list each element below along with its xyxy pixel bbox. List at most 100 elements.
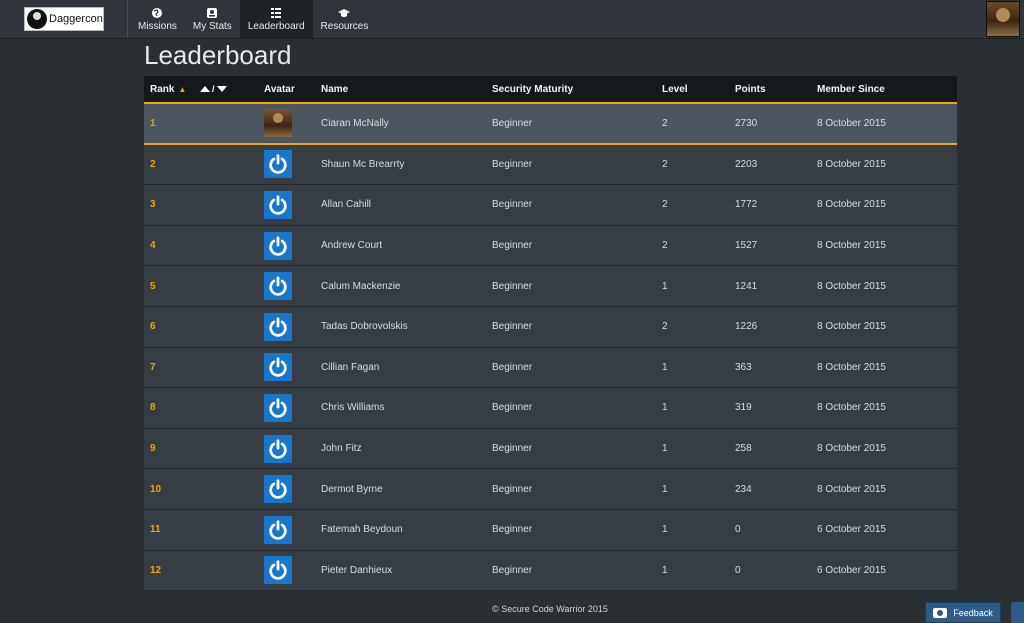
name-cell: Andrew Court	[321, 240, 383, 252]
avatar-cell	[260, 150, 315, 179]
nav-label-missions: Missions	[138, 20, 177, 32]
nav-label-resources: Resources	[320, 20, 369, 32]
user-profile-avatar[interactable]	[986, 1, 1020, 37]
points-cell: 1772	[735, 199, 758, 211]
rank-cell: 2	[150, 158, 156, 170]
points-cell: 0	[735, 524, 741, 536]
avatar-cell	[260, 393, 315, 422]
nav-item-missions[interactable]: Missions	[130, 0, 185, 38]
camera-icon	[933, 607, 948, 618]
footer-copyright: © Secure Code Warrior 2015	[492, 604, 608, 614]
table-row[interactable]: 3 Allan Cahill Beginner 2 1772 8 October…	[144, 185, 957, 226]
header-avatar: Avatar	[264, 83, 295, 95]
points-cell: 258	[735, 443, 752, 455]
header-rank[interactable]: Rank ▲	[144, 84, 192, 95]
rank-cell: 6	[150, 321, 156, 333]
header-rank-label: Rank	[150, 83, 175, 95]
name-cell: Fatemah Beydoun	[321, 524, 403, 536]
maturity-cell: Beginner	[492, 443, 533, 455]
avatar-cell	[260, 556, 315, 585]
nav-divider	[127, 0, 128, 38]
level-cell: 2	[662, 321, 668, 333]
maturity-cell: Beginner	[492, 402, 533, 414]
name-cell: Tadas Dobrovolskis	[321, 321, 408, 333]
points-cell: 1226	[735, 321, 758, 333]
power-icon	[264, 515, 292, 544]
power-icon	[264, 190, 292, 219]
table-row[interactable]: 7 Cillian Fagan Beginner 1 363 8 October…	[144, 347, 957, 389]
maturity-cell: Beginner	[492, 321, 533, 333]
level-cell: 1	[662, 564, 668, 576]
nav-item-leaderboard[interactable]: Leaderboard	[239, 0, 313, 38]
nav-item-my-stats[interactable]: My Stats	[185, 0, 240, 38]
table-row[interactable]: 4 Andrew Court Beginner 2 1527 8 October…	[144, 225, 957, 267]
header-security-maturity: Security Maturity	[492, 83, 574, 95]
globe-icon	[151, 7, 163, 19]
table-row[interactable]: 5 Calum Mackenzie Beginner 1 1241 8 Octo…	[144, 266, 957, 307]
points-cell: 363	[735, 361, 752, 373]
avatar-cell	[260, 353, 315, 382]
power-icon	[264, 312, 292, 341]
stats-icon	[206, 7, 218, 19]
member-since-cell: 8 October 2015	[817, 402, 886, 414]
avatar-cell	[260, 272, 315, 301]
brand-name: Daggercon	[49, 13, 103, 25]
power-icon	[264, 150, 292, 179]
nav-item-resources[interactable]: Resources	[313, 0, 377, 38]
member-since-cell: 8 October 2015	[817, 158, 886, 170]
avatar-cell	[260, 434, 315, 463]
nav-label-leaderboard: Leaderboard	[247, 20, 305, 32]
maturity-cell: Beginner	[492, 280, 533, 292]
power-icon	[264, 272, 292, 301]
brand-logo[interactable]: Daggercon	[24, 7, 104, 31]
sort-ascending-icon[interactable]	[200, 86, 210, 92]
maturity-cell: Beginner	[492, 524, 533, 536]
sort-descending-icon[interactable]	[216, 86, 227, 92]
name-cell: Pieter Danhieux	[321, 564, 393, 576]
rank-cell: 3	[150, 199, 156, 211]
rank-cell: 1	[150, 117, 156, 129]
points-cell: 0	[735, 564, 741, 576]
member-since-cell: 8 October 2015	[817, 199, 886, 211]
top-navbar: Daggercon Missions My Stats Leaderboard	[0, 0, 1024, 39]
side-tab-button[interactable]	[1011, 602, 1024, 623]
table-row[interactable]: 12 Pieter Danhieux Beginner 1 0 6 Octobe…	[144, 550, 957, 592]
sort-indicator-icon: ▲	[178, 84, 187, 94]
table-row[interactable]: 2 Shaun Mc Brearrty Beginner 2 2203 8 Oc…	[144, 144, 957, 186]
rank-cell: 12	[150, 564, 162, 576]
rank-cell: 5	[150, 280, 156, 292]
name-cell: Calum Mackenzie	[321, 280, 401, 292]
table-row[interactable]: 10 Dermot Byrne Beginner 1 234 8 October…	[144, 469, 957, 510]
points-cell: 2203	[735, 158, 758, 170]
level-cell: 2	[662, 199, 668, 211]
sort-separator: /	[212, 84, 215, 94]
table-row[interactable]: 6 Tadas Dobrovolskis Beginner 2 1226 8 O…	[144, 306, 957, 348]
power-icon	[264, 556, 292, 585]
table-row[interactable]: 8 Chris Williams Beginner 1 319 8 Octobe…	[144, 388, 957, 429]
table-row[interactable]: 9 John Fitz Beginner 1 258 8 October 201…	[144, 428, 957, 470]
level-cell: 2	[662, 158, 668, 170]
level-cell: 1	[662, 483, 668, 495]
points-cell: 1527	[735, 240, 758, 252]
feedback-button[interactable]: Feedback	[925, 602, 1001, 623]
table-row[interactable]: 11 Fatemah Beydoun Beginner 1 0 6 Octobe…	[144, 509, 957, 551]
power-icon	[264, 475, 292, 504]
maturity-cell: Beginner	[492, 361, 533, 373]
avatar	[264, 109, 292, 138]
avatar-cell	[260, 312, 315, 341]
member-since-cell: 6 October 2015	[817, 564, 886, 576]
member-since-cell: 8 October 2015	[817, 117, 886, 129]
maturity-cell: Beginner	[492, 240, 533, 252]
name-cell: Cillian Fagan	[321, 361, 380, 373]
sort-toggle[interactable]: /	[192, 84, 260, 94]
level-cell: 1	[662, 443, 668, 455]
member-since-cell: 8 October 2015	[817, 443, 886, 455]
name-cell: Chris Williams	[321, 402, 385, 414]
member-since-cell: 6 October 2015	[817, 524, 886, 536]
header-points: Points	[735, 83, 766, 95]
maturity-cell: Beginner	[492, 117, 533, 129]
rank-cell: 7	[150, 361, 156, 373]
avatar-cell	[260, 109, 315, 138]
table-row[interactable]: 1 Ciaran McNally Beginner 2 2730 8 Octob…	[144, 104, 957, 145]
maturity-cell: Beginner	[492, 483, 533, 495]
